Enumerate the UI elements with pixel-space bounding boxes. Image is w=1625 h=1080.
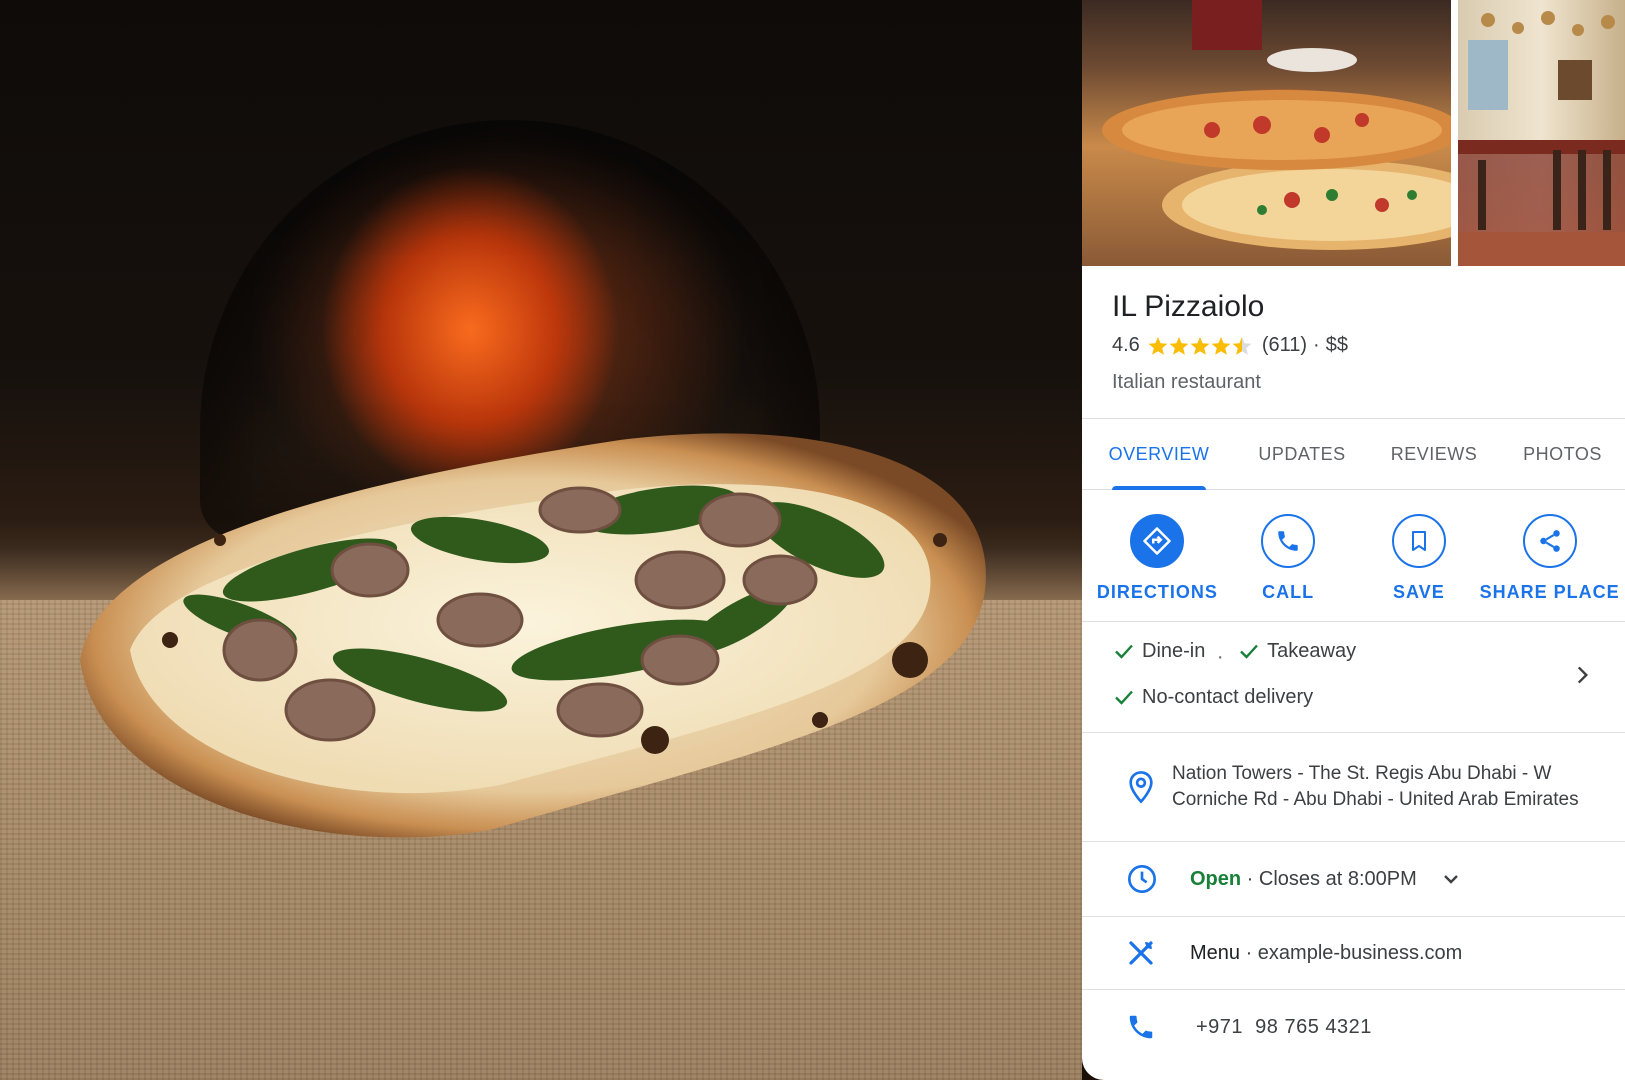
share-icon[interactable]: [1522, 514, 1577, 568]
open-status: Open: [1190, 867, 1242, 890]
tab-photos[interactable]: PHOTOS: [1500, 419, 1625, 489]
phone-icon: [1112, 1012, 1174, 1042]
share-place-label: SHARE PLACE: [1479, 582, 1620, 602]
tab-overview[interactable]: OVERVIEW: [1082, 419, 1236, 490]
phone-number: +971 98 765 4321: [1196, 1015, 1372, 1038]
pizza-image: [80, 433, 986, 838]
menu-row[interactable]: Menu · example-business.com: [1082, 917, 1625, 990]
clock-icon: [1112, 863, 1174, 895]
call-button[interactable]: CALL: [1228, 514, 1348, 603]
tab-updates[interactable]: UPDATES: [1236, 419, 1368, 489]
place-photos: [1082, 0, 1625, 266]
address-text: Nation Towers - The St. Regis Abu Dhabi …: [1172, 763, 1579, 810]
directions-button[interactable]: DIRECTIONS: [1097, 514, 1217, 603]
menu-link[interactable]: Menu · example-business.com: [1174, 942, 1462, 965]
share-place-button[interactable]: SHARE PLACE: [1480, 514, 1619, 603]
place-title: IL Pizzaiolo: [1112, 290, 1265, 323]
phone-row[interactable]: +971 98 765 4321: [1082, 990, 1625, 1064]
hours-row[interactable]: Open · Closes at 8:00PM: [1082, 842, 1625, 917]
bookmark-icon[interactable]: [1391, 514, 1446, 568]
phone-icon[interactable]: [1261, 514, 1316, 568]
directions-label: DIRECTIONS: [1096, 582, 1218, 602]
closing-time: · Closes at 8:00PM: [1241, 867, 1417, 890]
rating-row[interactable]: 4.6 (611) · $$: [1112, 334, 1595, 357]
hero-pizza-photo: [0, 0, 1082, 1080]
place-category: Italian restaurant: [1112, 371, 1261, 393]
separator-dot: ·: [1313, 334, 1320, 356]
star-rating: [1148, 335, 1256, 357]
photo-interior[interactable]: [1458, 0, 1625, 266]
service-dine-in: Dine-in: [1112, 631, 1205, 671]
check-icon: [1240, 644, 1259, 659]
delivery-label: No-contact delivery: [1142, 686, 1314, 708]
separator-dot: ·: [1216, 646, 1224, 668]
menu-label: Menu: [1190, 941, 1241, 964]
chevron-right-icon[interactable]: [1569, 662, 1595, 688]
cutlery-icon: [1112, 938, 1174, 968]
save-label: SAVE: [1393, 582, 1445, 602]
tab-bar: OVERVIEW UPDATES REVIEWS PHOTOS: [1082, 418, 1625, 490]
price-level: $$: [1325, 334, 1348, 356]
stars-icon: [1148, 336, 1252, 355]
dine-in-label: Dine-in: [1142, 640, 1206, 662]
takeaway-label: Takeaway: [1267, 640, 1357, 662]
address-row[interactable]: Nation Towers - The St. Regis Abu Dhabi …: [1082, 733, 1625, 842]
service-options-row[interactable]: Dine-in · Takeaway No-contact delivery: [1082, 622, 1625, 733]
service-delivery: No-contact delivery: [1112, 677, 1313, 717]
place-info-panel: IL Pizzaiolo 4.6 (611) · $$ Italian rest…: [1082, 0, 1625, 1080]
directions-icon[interactable]: [1130, 514, 1185, 568]
call-label: CALL: [1262, 582, 1315, 602]
save-button[interactable]: SAVE: [1359, 514, 1479, 603]
check-icon: [1115, 690, 1133, 705]
location-pin-icon: [1112, 770, 1156, 804]
check-icon: [1115, 644, 1133, 659]
chevron-down-icon[interactable]: [1439, 867, 1463, 891]
hours-text: Open · Closes at 8:00PM: [1174, 867, 1463, 891]
menu-website: · example-business.com: [1240, 941, 1463, 964]
rating-value: 4.6: [1112, 334, 1140, 356]
service-options: Dine-in · Takeaway No-contact delivery: [1112, 631, 1356, 723]
photo-pizzas[interactable]: [1082, 0, 1451, 266]
review-count[interactable]: (611): [1262, 334, 1307, 357]
tab-reviews[interactable]: REVIEWS: [1368, 419, 1500, 489]
service-takeaway: Takeaway: [1237, 631, 1356, 671]
action-buttons: DIRECTIONS CALL SAVE SHARE PLACE: [1082, 490, 1625, 622]
